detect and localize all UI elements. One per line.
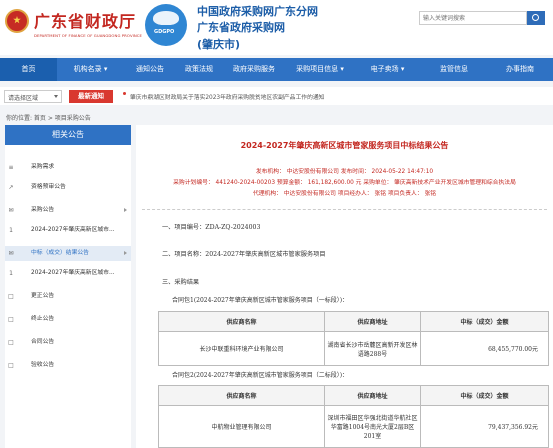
column-header-address: 供应商地址	[324, 385, 421, 406]
column-header-address: 供应商地址	[324, 311, 421, 332]
table-row: 长沙中联重科环境产业有限公司 湖南省长沙市岳麓区高新开发区林语路288号 68,…	[158, 331, 549, 366]
divider	[142, 209, 547, 210]
table-header: 供应商名称 供应商地址 中标（成交）金额	[158, 311, 549, 332]
index-number: 1	[9, 270, 13, 277]
site-header: 广东省财政厅 DEPARTMENT OF FINANCE OF GUANGDON…	[0, 0, 553, 55]
main-nav: 首页 机构名录 ▾ 通知公告 政策法规 政府采购服务 采购项目信息 ▾ 电子卖场…	[0, 58, 553, 81]
column-header-amount: 中标（成交）金额	[420, 311, 549, 332]
breadcrumb: 你的位置: 首页 > 项目采购公告	[6, 115, 91, 122]
nav-project-info[interactable]: 采购项目信息 ▾	[286, 58, 354, 81]
gdgpo-logo[interactable]: GDGPO	[145, 4, 187, 46]
sidebar-subitem-award[interactable]: 1 2024-2027年肇庆高新区城市...	[5, 266, 131, 281]
sidebar-item-label: 合同公告	[31, 339, 55, 345]
sidebar-item-label: 采购需求	[31, 164, 55, 170]
nav-home[interactable]: 首页	[0, 58, 57, 81]
national-emblem-icon	[5, 9, 29, 33]
sidebar-item-label: 更正公告	[31, 293, 55, 299]
meta-agency: 代理机构： 中达安股份有限公司 项目经办人： 张铭 项目负责人： 张铭	[252, 191, 437, 197]
share-icon: ↗	[8, 184, 14, 191]
column-header-name: 供应商名称	[158, 385, 325, 406]
sidebar-item-contract[interactable]: □ 合同公告	[5, 335, 131, 350]
sidebar-item-label: 中标（成交）结果公告	[31, 250, 89, 256]
search-icon[interactable]	[527, 11, 545, 25]
sidebar-item-requirements[interactable]: ≡ 采购需求	[5, 160, 131, 175]
nav-guide[interactable]: 办事指南	[487, 58, 553, 81]
sidebar: 相关公告 ≡ 采购需求 ↗ 资格预审公告 ✉ 采购公告 1 2024-2027年…	[5, 125, 131, 448]
department-name-en: DEPARTMENT OF FINANCE OF GUANGDONG PROVI…	[34, 33, 143, 38]
document-icon: □	[8, 316, 14, 323]
announcement-content: 2024-2027年肇庆高新区城市管家服务项目中标结果公告 发布机构： 中达安股…	[136, 125, 553, 448]
latest-notice-badge: 最新通知	[69, 90, 113, 103]
sidebar-item-award-result[interactable]: ✉ 中标（成交）结果公告	[5, 246, 131, 261]
supplier-name: 长沙中联重科环境产业有限公司	[158, 331, 325, 366]
document-icon: □	[8, 362, 14, 369]
meta-plan: 采购计划编号： 441240-2024-00203 预算金额： 161,182,…	[173, 180, 516, 186]
nav-supervision[interactable]: 监管信息	[421, 58, 487, 81]
sidebar-item-acceptance[interactable]: □ 验收公告	[5, 358, 131, 373]
logo-text: GDGPO	[154, 29, 175, 35]
search-input[interactable]	[419, 11, 527, 25]
envelope-icon: ✉	[8, 207, 14, 214]
ticker-link[interactable]: 肇庆市鼎湖区财政局关于落实2023年政府采购脱贫地区农副产品工作的通知	[130, 92, 324, 101]
sidebar-item-label: 终止公告	[31, 316, 55, 322]
chevron-right-icon	[124, 251, 127, 255]
nav-e-mall[interactable]: 电子卖场 ▾	[354, 58, 421, 81]
region-select-value: 请选择区域	[8, 95, 39, 102]
sidebar-item-label: 验收公告	[31, 362, 55, 368]
sidebar-item-prequalification[interactable]: ↗ 资格预审公告	[5, 180, 131, 195]
chevron-down-icon	[54, 95, 58, 98]
site-title-2: 广东省政府采购网	[197, 21, 285, 34]
sidebar-item-label: 采购公告	[31, 207, 55, 213]
section-project-name: 二、项目名称：2024-2027年肇庆高新区城市管家服务项目	[162, 251, 326, 258]
section-results: 三、采购结果	[162, 279, 200, 286]
region-select[interactable]: 请选择区域	[4, 90, 62, 103]
award-amount: 68,455,770.00元	[420, 331, 549, 366]
nav-org-directory[interactable]: 机构名录 ▾	[57, 58, 124, 81]
section-project-number: 一、项目编号：ZDA-ZQ-2024003	[162, 224, 261, 231]
sidebar-item-correction[interactable]: □ 更正公告	[5, 289, 131, 304]
nav-notices[interactable]: 通知公告	[124, 58, 176, 81]
supplier-name: 中航物业管理有限公司	[158, 405, 325, 448]
list-icon: ≡	[8, 164, 14, 171]
notice-ticker: 请选择区域 最新通知 肇庆市鼎湖区财政局关于落实2023年政府采购脱贫地区农副产…	[0, 87, 553, 105]
sidebar-subitem-procurement[interactable]: 1 2024-2027年肇庆高新区城市...	[5, 223, 131, 238]
package-1-table: 供应商名称 供应商地址 中标（成交）金额 长沙中联重科环境产业有限公司 湖南省长…	[158, 311, 549, 366]
supplier-address: 深圳市福田区华强北街道华航社区华富路1004号南光大厦2层B区201室	[324, 405, 421, 448]
sidebar-item-termination[interactable]: □ 终止公告	[5, 312, 131, 327]
award-amount: 79,437,356.92元	[420, 405, 549, 448]
chevron-right-icon	[124, 208, 127, 212]
sidebar-item-procurement-notice[interactable]: ✉ 采购公告	[5, 203, 131, 218]
bullet-icon	[123, 92, 126, 95]
sidebar-title: 相关公告	[5, 125, 131, 145]
document-icon: □	[8, 339, 14, 346]
page-title: 2024-2027年肇庆高新区城市管家服务项目中标结果公告	[240, 141, 449, 150]
sidebar-item-label: 2024-2027年肇庆高新区城市...	[31, 270, 115, 276]
index-number: 1	[9, 227, 13, 234]
nav-policies[interactable]: 政策法规	[176, 58, 222, 81]
department-name[interactable]: 广东省财政厅	[34, 8, 136, 32]
column-header-name: 供应商名称	[158, 311, 325, 332]
nav-procurement-services[interactable]: 政府采购服务	[222, 58, 286, 81]
package-2-title: 合同包2(2024-2027年肇庆高新区城市管家服务项目（二标段）)：	[172, 372, 349, 379]
site-title-3: (肇庆市)	[197, 38, 241, 51]
package-2-table: 供应商名称 供应商地址 中标（成交）金额 中航物业管理有限公司 深圳市福田区华强…	[158, 385, 549, 448]
sidebar-item-label: 资格预审公告	[31, 184, 66, 190]
site-title-1: 中国政府采购网广东分网	[197, 5, 318, 18]
table-header: 供应商名称 供应商地址 中标（成交）金额	[158, 385, 549, 406]
meta-publisher: 发布机构： 中达安股份有限公司 发布时间： 2024-05-22 14:47:1…	[255, 169, 434, 175]
envelope-icon: ✉	[8, 250, 14, 257]
document-icon: □	[8, 293, 14, 300]
column-header-amount: 中标（成交）金额	[420, 385, 549, 406]
package-1-title: 合同包1(2024-2027年肇庆高新区城市管家服务项目（一标段）)：	[172, 297, 349, 304]
supplier-address: 湖南省长沙市岳麓区高新开发区林语路288号	[324, 331, 421, 366]
sidebar-item-label: 2024-2027年肇庆高新区城市...	[31, 227, 115, 233]
table-row: 中航物业管理有限公司 深圳市福田区华强北街道华航社区华富路1004号南光大厦2层…	[158, 405, 549, 448]
